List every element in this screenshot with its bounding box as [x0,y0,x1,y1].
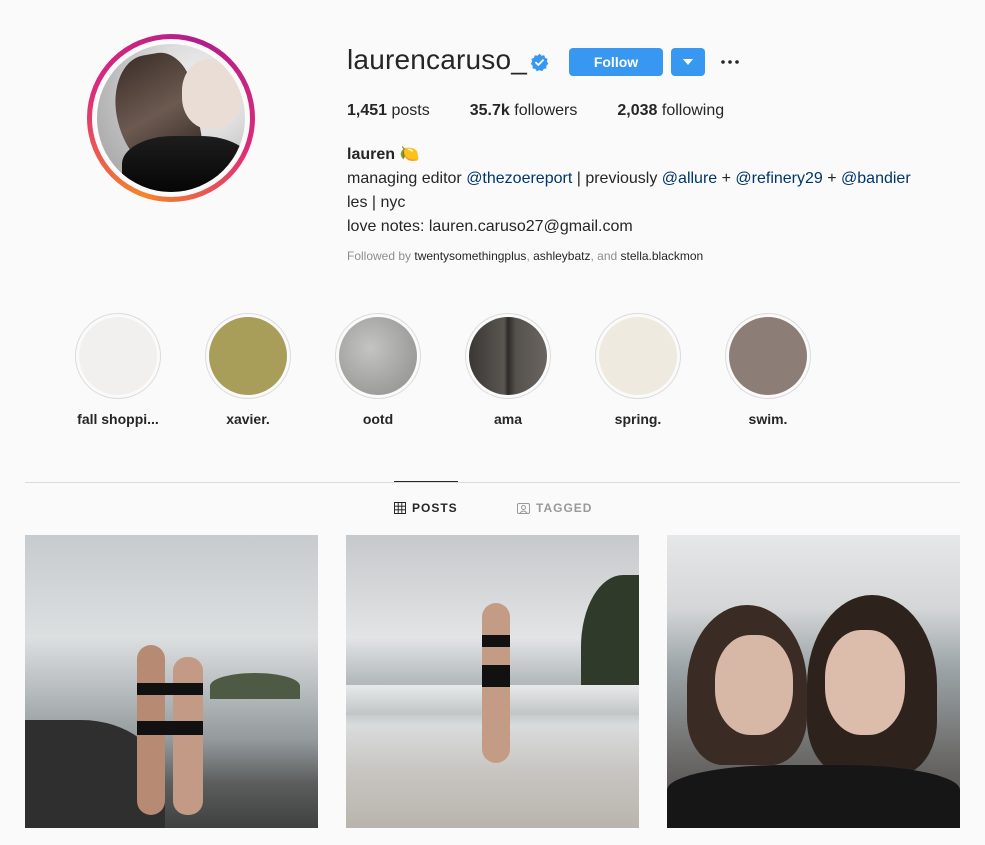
highlight-cover [599,317,677,395]
followed-by-user: stella.blackmon [620,249,704,263]
highlight-item[interactable]: spring. [573,313,703,427]
highlight-label: fall shoppi... [77,411,159,427]
highlight-ring [595,313,681,399]
highlight-ring [335,313,421,399]
highlight-label: spring. [614,411,662,427]
highlight-label: ootd [362,411,394,427]
bio-text: | previously [572,170,662,187]
active-tab-indicator [394,481,458,482]
highlight-cover [209,317,287,395]
post-swimsuit [137,683,203,695]
post-thumbnail[interactable] [667,535,960,828]
post-swimsuit [482,665,510,687]
bio-line-1: managing editor @thezoereport | previous… [347,167,911,191]
avatar-face [182,59,242,129]
highlight-item[interactable]: xavier. [183,313,313,427]
stat-following-label: following [661,102,725,119]
highlight-cover [339,317,417,395]
story-highlights: fall shoppi... xavier. ootd ama spring. … [53,313,833,427]
mention-link-refinery29[interactable]: @refinery29 [735,170,822,187]
bio-text: managing editor [347,170,467,187]
tabs-divider [25,482,960,483]
followed-by-text[interactable]: Followed by twentysomethingplus, ashleyb… [347,249,703,263]
post-person [173,657,203,815]
highlight-label: ama [493,411,523,427]
stat-followers-label: followers [514,102,578,119]
followed-by-user: twentysomethingplus [414,249,527,263]
highlight-cover [469,317,547,395]
highlight-ring [205,313,291,399]
post-thumbnail[interactable] [346,535,639,828]
highlight-cover [79,317,157,395]
post-swimsuit [137,721,203,735]
highlight-label: xavier. [226,411,270,427]
post-island [210,673,300,699]
stat-posts-label: posts [391,102,430,119]
more-options-button[interactable] [718,50,742,74]
followed-by-separator: , and [590,249,621,263]
tagged-icon [517,503,530,514]
mention-link-allure[interactable]: @allure [662,170,717,187]
post-face [825,630,905,735]
grid-icon [394,502,406,514]
stat-followers[interactable]: 35.7k followers [470,102,578,120]
avatar-photo [97,44,245,192]
post-thumbnail[interactable] [25,535,318,828]
bio-line-3: love notes: lauren.caruso27@gmail.com [347,218,633,235]
followed-by-prefix: Followed by [347,249,415,263]
highlight-label: swim. [748,411,788,427]
profile-stats: 1,451 posts 35.7k followers 2,038 follow… [347,102,764,120]
stat-followers-count: 35.7k [469,102,510,119]
stat-posts-count: 1,451 [347,102,388,119]
highlight-cover [729,317,807,395]
highlight-ring [75,313,161,399]
highlight-ring [465,313,551,399]
post-swimsuit [482,635,510,647]
follow-button[interactable]: Follow [569,48,663,76]
mention-link-bandier[interactable]: @bandier [841,170,911,187]
stat-following[interactable]: 2,038 following [617,102,724,120]
profile-username: laurencaruso_ [347,44,528,75]
bio-text: + [717,170,736,187]
tab-tagged-label: TAGGED [536,501,593,515]
highlight-ring [725,313,811,399]
avatar-coat [122,136,245,192]
bio-text: + [822,170,842,187]
suggested-dropdown-button[interactable] [671,48,705,76]
tab-posts-label: POSTS [412,501,458,515]
more-options-icon [721,60,739,64]
highlight-item[interactable]: ama [443,313,573,427]
post-cliff [581,575,639,695]
chevron-down-icon [683,59,693,65]
post-top [667,765,960,828]
profile-avatar[interactable] [87,34,255,202]
bio-line-2: les | nyc [347,194,406,211]
highlight-item[interactable]: ootd [313,313,443,427]
tab-posts[interactable]: POSTS [394,501,458,515]
stat-following-count: 2,038 [617,102,658,119]
stat-posts: 1,451 posts [347,102,430,120]
profile-bio: lauren 🍋 managing editor @thezoereport |… [347,143,911,239]
highlight-item[interactable]: fall shoppi... [53,313,183,427]
followed-by-user: ashleybatz [533,249,591,263]
tab-tagged[interactable]: TAGGED [517,501,592,515]
bio-full-name: lauren 🍋 [347,146,420,163]
mention-link-thezoereport[interactable]: @thezoereport [466,170,572,187]
highlight-item[interactable]: swim. [703,313,833,427]
verified-badge-icon [530,53,549,72]
post-face [715,635,793,735]
avatar-border [92,39,250,197]
